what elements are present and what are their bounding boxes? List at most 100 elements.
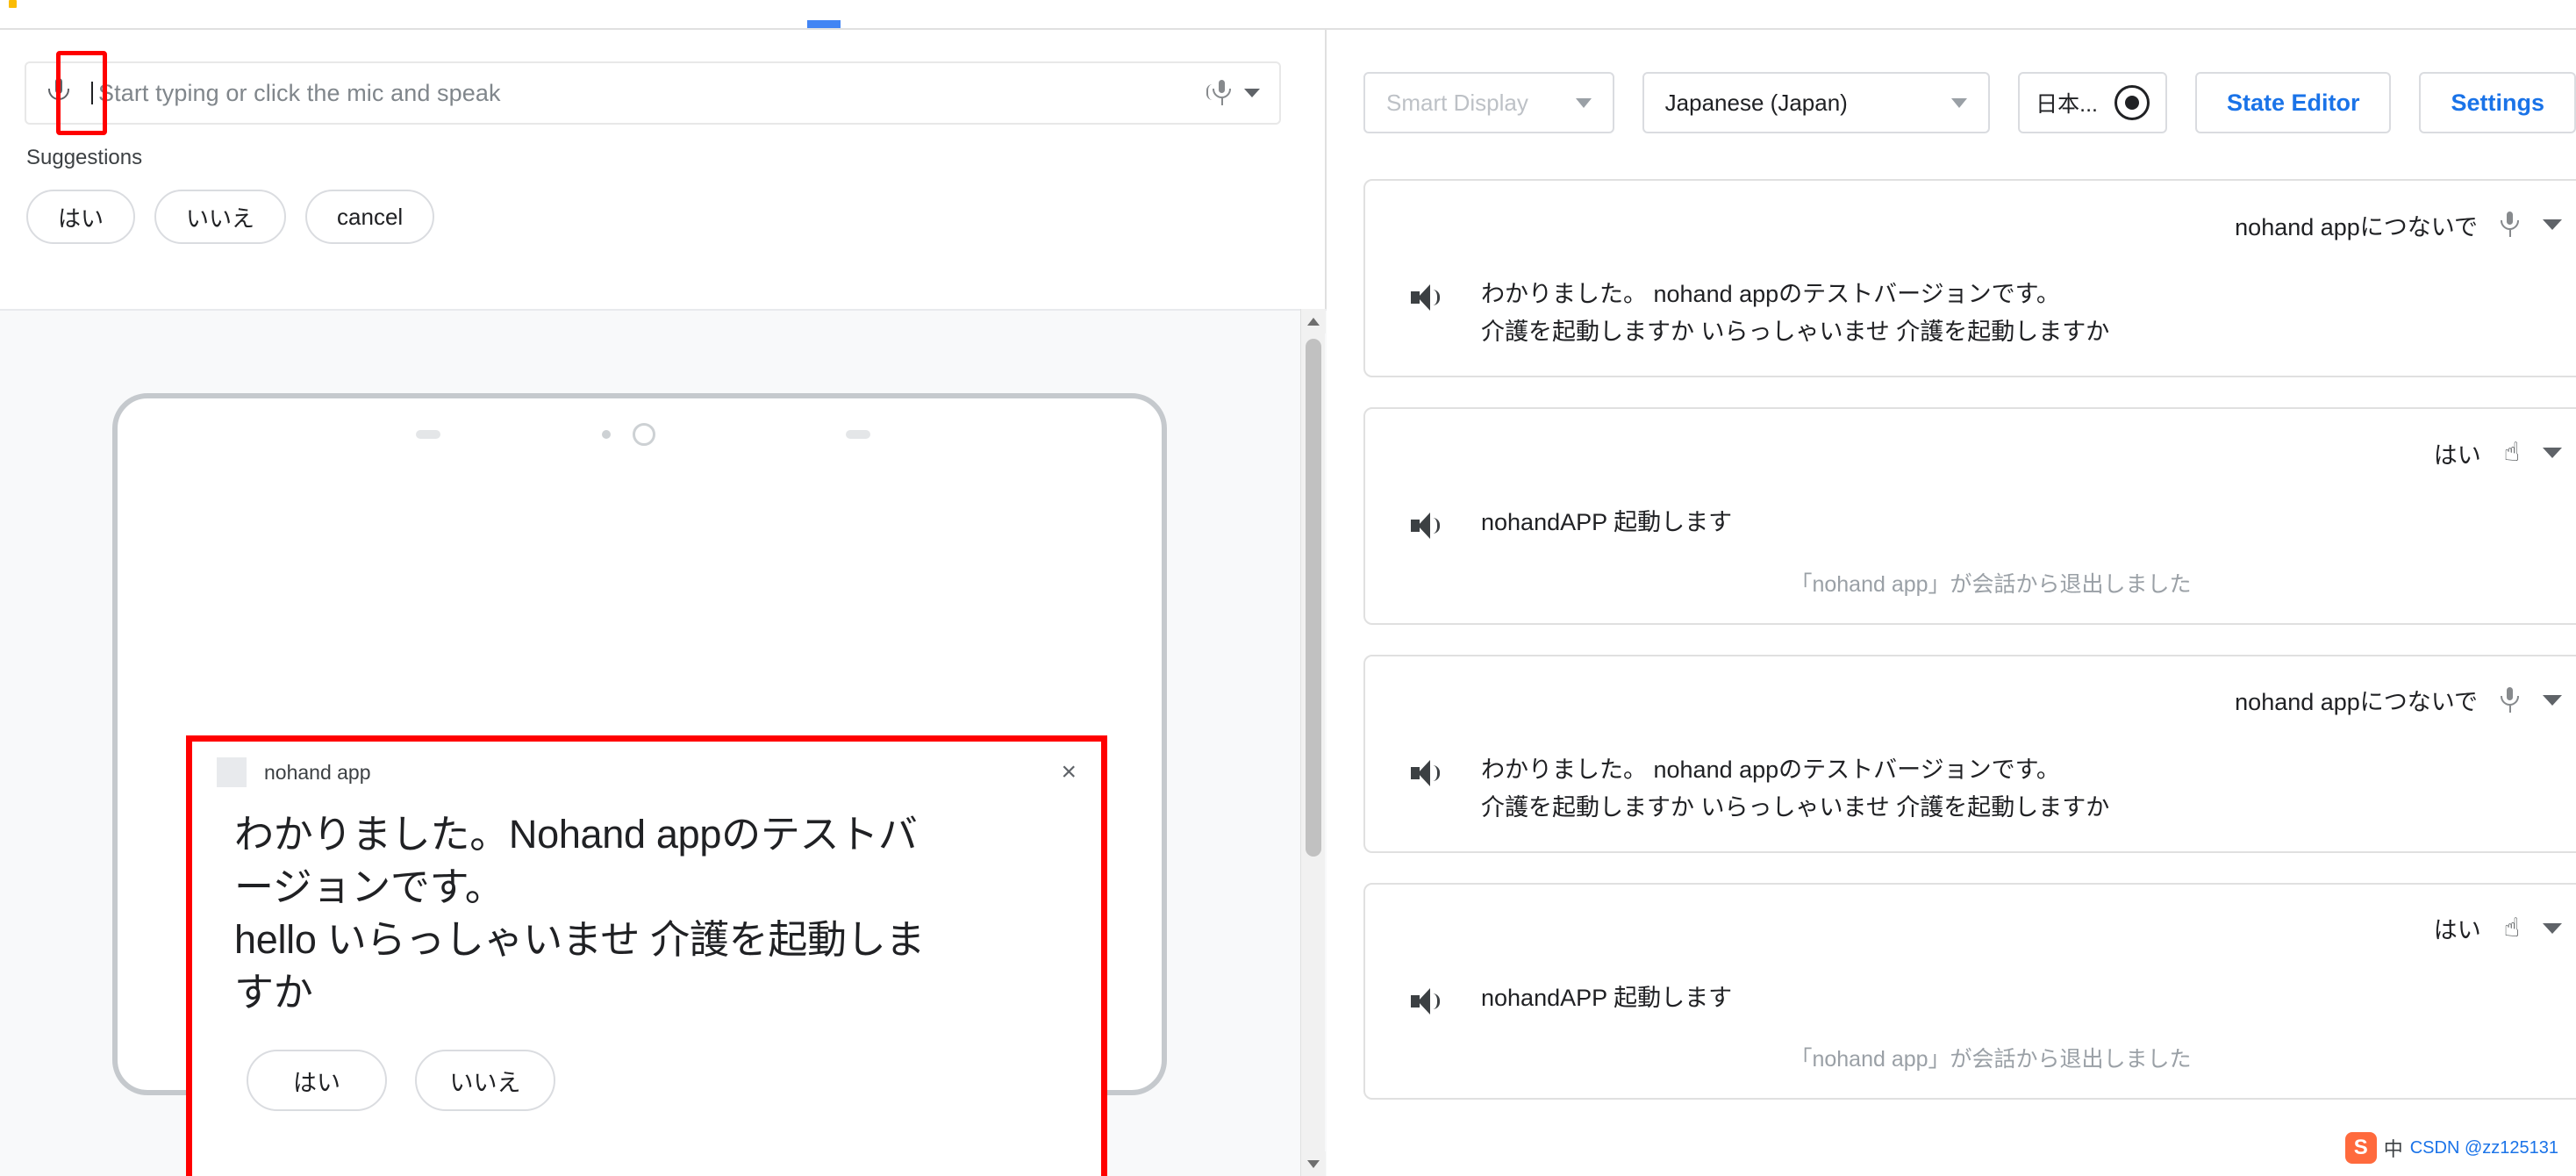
suggestion-chip-no[interactable]: いいえ [154,190,287,244]
query-input-box[interactable]: Start typing or click the mic and speak [25,61,1281,125]
speaker-icon[interactable] [1411,283,1442,312]
user-utterance-row: はい ☝ [1365,907,2576,950]
location-label: 日本... [2036,92,2098,117]
chevron-down-icon[interactable] [2543,448,2562,459]
watermark-ime-text: 中 [2383,1138,2403,1160]
top-bar [0,0,2576,30]
surface-select-value: Smart Display [1386,89,1528,116]
assistant-line: 介護を起動しますか いらっしゃいませ 介護を起動しますか [1481,793,2110,821]
user-utterance-text: はい [2433,441,2481,469]
settings-button[interactable]: Settings [2419,72,2576,133]
device-sensor-slot-right [846,430,870,439]
state-editor-button[interactable]: State Editor [2194,72,2392,133]
chevron-down-icon [1951,97,1968,108]
user-utterance-text: nohand appにつないで [2235,213,2478,240]
text-caret [91,82,93,104]
card-action-buttons: はい いいえ [192,1018,1101,1112]
location-target-icon [2114,85,2150,120]
window-indicator-dot [9,0,17,8]
mic-wave-icon[interactable] [1206,80,1232,106]
input-row: Start typing or click the mic and speak [25,51,1281,135]
device-sensor-slot-left [416,430,440,439]
card-body-text: わかりました。Nohand appのテストバ ージョンです。 hello いらっ… [192,803,1101,1018]
caret-down-icon[interactable] [1244,89,1260,97]
assistant-line: nohandAPP 起動します [1481,509,1733,536]
conversation-list: nohand appにつないで わかりました。 nohand appのテストバー… [1363,179,2576,1101]
surface-select[interactable]: Smart Display [1363,72,1614,133]
conversation-turn: はい ☝ nohandAPP 起動します 「nohand app」が会話から退出… [1363,882,2576,1101]
suggestion-chip-yes[interactable]: はい [26,190,136,244]
assistant-line: 介護を起動しますか いらっしゃいませ 介護を起動しますか [1481,319,2110,346]
mic-button[interactable] [26,63,91,123]
app-response-card: nohand app × わかりました。Nohand appのテストバ ージョン… [186,735,1107,1176]
card-body-line: hello いらっしゃいませ 介護を起動しま [234,916,926,962]
device-top-bezel [118,398,1162,465]
device-camera-icon [633,423,655,446]
suggestions-label: Suggestions [26,146,143,169]
suggestion-chips: はい いいえ cancel [26,190,1325,244]
location-select[interactable]: 日本... [2018,72,2167,133]
assistant-response-row: わかりました。 nohand appのテストバージョンです。 介護を起動しますか… [1365,246,2576,351]
speaker-icon[interactable] [1411,758,1442,788]
scroll-down-button[interactable] [1301,1151,1326,1176]
active-tab-indicator[interactable] [807,20,841,28]
assistant-response-text: わかりました。 nohand appのテストバージョンです。 介護を起動しますか… [1481,751,2109,827]
assistant-response-text: わかりました。 nohand appのテストバージョンです。 介護を起動しますか… [1481,276,2109,351]
app-exit-note: 「nohand app」が会話から退出しました [1790,571,2192,597]
close-icon[interactable]: × [1061,759,1077,785]
assistant-response-text: nohandAPP 起動します [1481,979,1732,1017]
watermark: S 中 CSDN @zz125131 [2337,1129,2565,1167]
chevron-down-icon[interactable] [2543,694,2562,706]
conversation-turn: はい ☝ nohandAPP 起動します 「nohand app」が会話から退出… [1363,407,2576,625]
watermark-credit: CSDN @zz125131 [2409,1137,2558,1158]
user-utterance-row: nohand appにつないで [1365,204,2576,246]
simulator-left-panel: Start typing or click the mic and speak … [0,30,1327,1176]
assistant-response-row: nohandAPP 起動します [1365,474,2576,541]
conversation-turn: nohand appにつないで わかりました。 nohand appのテストバー… [1363,179,2576,378]
microphone-icon [2501,212,2520,238]
app-root: Start typing or click the mic and speak … [0,0,2576,1176]
chevron-down-icon [1575,97,1592,108]
card-body-line: わかりました。Nohand appのテストバ [234,812,918,857]
touch-hand-icon: ☝ [2503,438,2520,468]
assistant-line: nohandAPP 起動します [1481,984,1733,1011]
user-utterance-row: nohand appにつないで [1365,679,2576,721]
query-input-placeholder[interactable]: Start typing or click the mic and speak [98,80,1213,107]
assistant-line: わかりました。 nohand appのテストバージョンです。 [1481,756,2060,783]
simulator-toolbar: Smart Display Japanese (Japan) 日本... Sta… [1328,30,2576,133]
input-trailing-controls [1206,80,1279,106]
chevron-down-icon[interactable] [2543,219,2562,230]
microphone-icon [47,78,70,108]
speaker-icon[interactable] [1411,511,1442,541]
language-select[interactable]: Japanese (Japan) [1642,72,1991,133]
language-select-value: Japanese (Japan) [1664,89,1848,116]
card-body-line: すか [234,969,313,1015]
left-panel-scrollbar[interactable] [1300,309,1326,1176]
device-preview-area: nohand app × わかりました。Nohand appのテストバ ージョン… [0,309,1327,1176]
assistant-line: わかりました。 nohand appのテストバージョンです。 [1481,281,2060,307]
card-app-name: nohand app [264,760,371,784]
user-utterance-row: はい ☝ [1365,432,2576,474]
card-button-yes[interactable]: はい [247,1050,387,1112]
user-utterance-text: nohand appにつないで [2235,689,2478,716]
conversation-right-panel: Smart Display Japanese (Japan) 日本... Sta… [1328,30,2576,1176]
watermark-logo: S [2344,1132,2377,1164]
card-header: nohand app × [192,742,1101,803]
app-logo-placeholder [217,757,247,787]
suggestion-chip-cancel[interactable]: cancel [305,190,435,244]
app-exit-note: 「nohand app」が会話から退出しました [1790,1047,2192,1072]
chevron-down-icon[interactable] [2543,922,2562,934]
user-utterance-text: はい [2433,917,2481,944]
microphone-icon [2501,686,2520,713]
device-sensor-dot [602,430,611,439]
touch-hand-icon: ☝ [2503,913,2520,943]
card-button-no[interactable]: いいえ [415,1050,555,1112]
speaker-icon[interactable] [1411,986,1442,1016]
card-body-line: ージョンです。 [234,864,504,909]
conversation-turn: nohand appにつないで わかりました。 nohand appのテストバー… [1363,654,2576,853]
scroll-up-button[interactable] [1301,309,1326,333]
assistant-response-row: わかりました。 nohand appのテストバージョンです。 介護を起動しますか… [1365,721,2576,827]
assistant-response-text: nohandAPP 起動します [1481,504,1732,541]
assistant-response-row: nohandAPP 起動します [1365,950,2576,1017]
scrollbar-thumb[interactable] [1306,339,1321,857]
